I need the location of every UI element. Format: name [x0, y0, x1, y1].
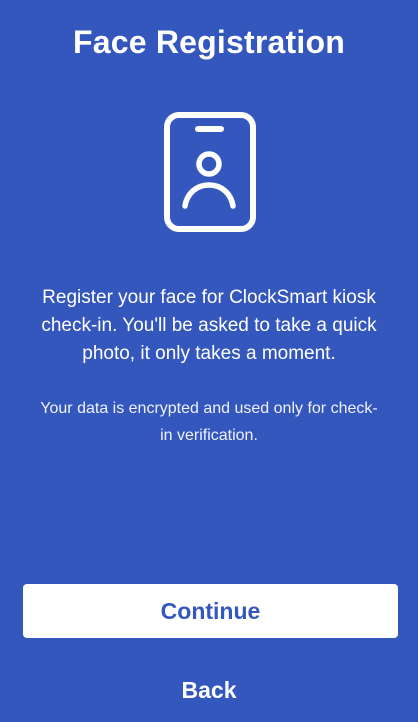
face-registration-screen: Face Registration Register your face for…: [0, 0, 418, 722]
continue-button[interactable]: Continue: [23, 584, 398, 638]
back-button[interactable]: Back: [130, 670, 288, 710]
privacy-note: Your data is encrypted and used only for…: [40, 400, 378, 444]
id-badge-icon: [164, 112, 256, 232]
registration-description: Register your face for ClockSmart kiosk …: [41, 287, 377, 364]
page-title: Face Registration: [73, 24, 345, 60]
